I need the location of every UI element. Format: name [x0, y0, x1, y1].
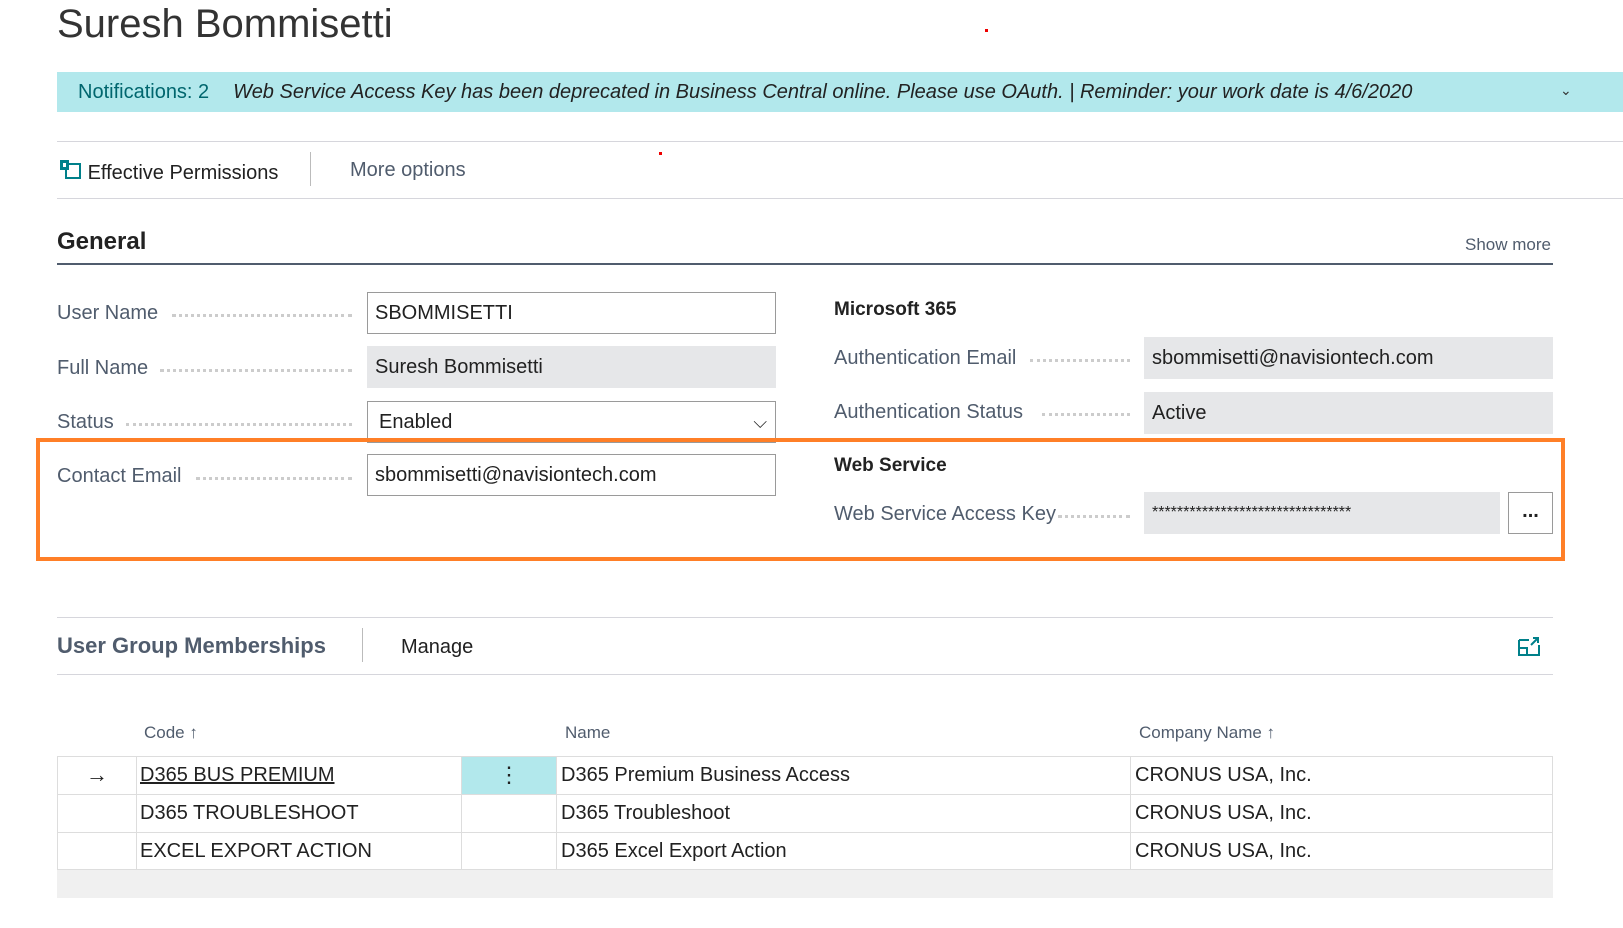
- user-name-input[interactable]: SBOMMISETTI: [367, 292, 776, 334]
- highlight-box: [36, 438, 1565, 561]
- full-name-label: Full Name: [57, 357, 149, 379]
- name-cell: D365 Premium Business Access: [561, 764, 851, 786]
- auth-email-field: sbommisetti@navisiontech.com: [1144, 337, 1553, 379]
- microsoft-365-heading: Microsoft 365: [834, 299, 957, 320]
- column-header-company[interactable]: Company Name ↑: [1139, 723, 1275, 743]
- auth-email-label: Authentication Email: [834, 347, 1017, 369]
- user-group-memberships-title[interactable]: User Group Memberships: [57, 633, 326, 659]
- red-dot: [985, 29, 988, 32]
- red-dot: [659, 152, 662, 155]
- company-cell: CRONUS USA, Inc.: [1135, 840, 1312, 862]
- row-actions-button[interactable]: ⋮: [462, 757, 556, 794]
- column-header-code[interactable]: Code ↑: [144, 723, 198, 743]
- auth-status-field: Active: [1144, 392, 1553, 434]
- manage-button[interactable]: Manage: [401, 636, 473, 659]
- notification-message: Web Service Access Key has been deprecat…: [233, 81, 1413, 103]
- code-cell[interactable]: EXCEL EXPORT ACTION: [136, 833, 372, 870]
- code-link[interactable]: D365 BUS PREMIUM: [136, 757, 335, 794]
- notification-count[interactable]: Notifications: 2: [78, 81, 209, 103]
- user-name-label: User Name: [57, 302, 159, 324]
- more-options-button[interactable]: More options: [350, 159, 466, 182]
- notification-bar[interactable]: Notifications: 2 Web Service Access Key h…: [57, 72, 1623, 112]
- effective-permissions-button[interactable]: Effective Permissions: [58, 158, 278, 185]
- chevron-down-icon: ⌵: [753, 412, 767, 432]
- company-cell: CRONUS USA, Inc.: [1135, 802, 1312, 824]
- auth-status-label: Authentication Status: [834, 401, 1024, 423]
- code-cell[interactable]: D365 TROUBLESHOOT: [136, 795, 359, 832]
- status-label: Status: [57, 411, 114, 433]
- status-select[interactable]: Enabled ⌵: [367, 401, 776, 443]
- page-title: Suresh Bommisetti: [57, 2, 393, 46]
- section-title-general[interactable]: General: [57, 228, 146, 256]
- full-name-field: Suresh Bommisetti: [367, 346, 776, 388]
- arrow-right-icon: →: [86, 762, 108, 787]
- column-header-name[interactable]: Name: [565, 723, 610, 743]
- permissions-icon: [60, 160, 81, 179]
- show-more-link[interactable]: Show more: [1465, 235, 1551, 255]
- chevron-down-icon[interactable]: ⌄: [1560, 82, 1572, 99]
- name-cell: D365 Troubleshoot: [561, 802, 731, 824]
- expand-icon[interactable]: [1518, 636, 1540, 656]
- table-footer: [57, 870, 1553, 898]
- company-cell: CRONUS USA, Inc.: [1135, 764, 1312, 786]
- name-cell: D365 Excel Export Action: [561, 840, 787, 862]
